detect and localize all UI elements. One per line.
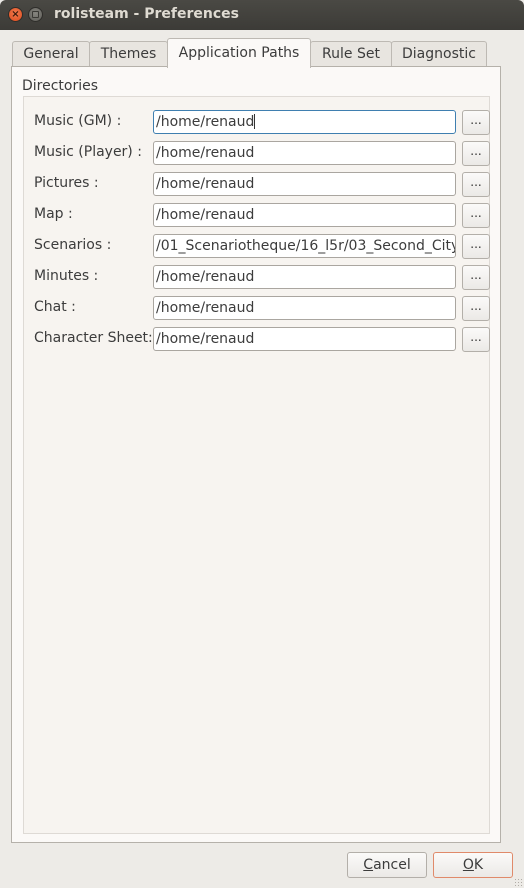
map-path-input[interactable]: /home/renaud <box>153 203 456 227</box>
chat-path-input[interactable]: /home/renaud <box>153 296 456 320</box>
tab-diagnostic[interactable]: Diagnostic <box>391 41 487 67</box>
row-label: Pictures : <box>34 175 99 191</box>
scenarios-path-input[interactable]: /01_Scenariotheque/16_l5r/03_Second_City <box>153 234 456 258</box>
row-label: Music (GM) : <box>34 113 122 129</box>
row-label: Chat : <box>34 299 76 315</box>
character-sheet-path-input[interactable]: /home/renaud <box>153 327 456 351</box>
music-gm-path-input[interactable]: /home/renaud <box>153 110 456 134</box>
browse-minutes-button[interactable]: ... <box>462 265 490 290</box>
window-title: rolisteam - Preferences <box>54 6 239 22</box>
text-cursor <box>254 114 256 129</box>
tab-themes[interactable]: Themes <box>89 41 168 67</box>
directories-group-title: Directories <box>22 78 99 94</box>
cancel-button[interactable]: Cancel <box>347 852 427 878</box>
title-bar: × rolisteam - Preferences <box>0 0 524 30</box>
row-label: Music (Player) : <box>34 144 142 160</box>
tab-general[interactable]: General <box>12 41 90 67</box>
browse-scenarios-button[interactable]: ... <box>462 234 490 259</box>
minimize-window-button[interactable] <box>28 7 43 22</box>
close-icon: × <box>11 9 20 20</box>
browse-chat-button[interactable]: ... <box>462 296 490 321</box>
browse-character-sheet-button[interactable]: ... <box>462 327 490 352</box>
row-label: Minutes : <box>34 268 99 284</box>
label: ancel <box>373 857 411 873</box>
tab-rule-set[interactable]: Rule Set <box>310 41 392 67</box>
browse-map-button[interactable]: ... <box>462 203 490 228</box>
browse-music-gm-button[interactable]: ... <box>462 110 490 135</box>
row-label: Map : <box>34 206 73 222</box>
music-player-path-input[interactable]: /home/renaud <box>153 141 456 165</box>
close-window-button[interactable]: × <box>8 7 23 22</box>
row-label: Character Sheet: <box>34 330 153 346</box>
ok-button[interactable]: OK <box>433 852 513 878</box>
browse-pictures-button[interactable]: ... <box>462 172 490 197</box>
minutes-path-input[interactable]: /home/renaud <box>153 265 456 289</box>
mnemonic: O <box>462 857 474 873</box>
mnemonic: C <box>363 857 374 873</box>
tab-application-paths[interactable]: Application Paths <box>167 38 311 68</box>
resize-grip[interactable] <box>514 878 522 886</box>
browse-music-player-button[interactable]: ... <box>462 141 490 166</box>
pictures-path-input[interactable]: /home/renaud <box>153 172 456 196</box>
field-value: /home/renaud <box>156 114 255 130</box>
label: K <box>473 857 484 873</box>
row-label: Scenarios : <box>34 237 112 253</box>
